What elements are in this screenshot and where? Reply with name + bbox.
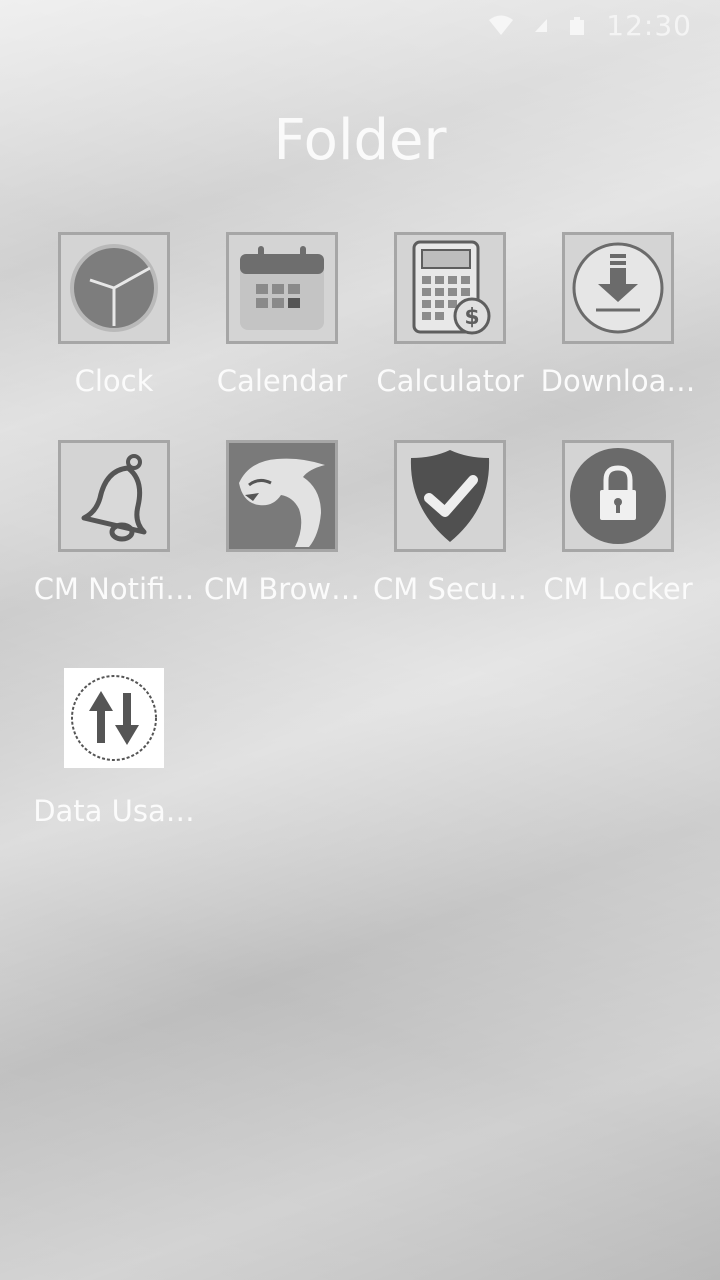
app-label: Calendar	[216, 364, 348, 398]
calculator-icon: $	[394, 232, 506, 344]
calendar-icon	[226, 232, 338, 344]
signal-icon	[534, 17, 548, 33]
padlock-icon	[562, 440, 674, 552]
app-label: CM Notifi…	[33, 572, 195, 606]
download-icon	[562, 232, 674, 344]
bell-icon	[58, 440, 170, 552]
app-label: Downloa…	[540, 364, 696, 398]
app-clock[interactable]: Clock	[30, 232, 198, 398]
app-label: CM Locker	[543, 572, 693, 606]
app-cm-browser[interactable]: CM Brow…	[198, 440, 366, 606]
data-arrows-icon	[64, 668, 164, 768]
app-label: CM Secu…	[372, 572, 528, 606]
app-calendar[interactable]: Calendar	[198, 232, 366, 398]
app-calculator[interactable]: $ Calculator	[366, 232, 534, 398]
wifi-icon	[488, 14, 514, 36]
app-label: Clock	[74, 364, 154, 398]
app-grid: Clock Calendar $ Calculator Downloa… CM …	[30, 232, 702, 828]
status-bar: 12:30	[0, 0, 720, 50]
clock-icon	[58, 232, 170, 344]
battery-icon	[568, 14, 586, 36]
app-cm-notify[interactable]: CM Notifi…	[30, 440, 198, 606]
app-label: CM Brow…	[203, 572, 361, 606]
app-data-usage[interactable]: Data Usa…	[30, 668, 198, 828]
app-cm-locker[interactable]: CM Locker	[534, 440, 702, 606]
status-time: 12:30	[606, 8, 692, 42]
shield-check-icon	[394, 440, 506, 552]
app-cm-security[interactable]: CM Secu…	[366, 440, 534, 606]
svg-text:$: $	[464, 305, 479, 330]
cheetah-icon	[226, 440, 338, 552]
app-label: Data Usa…	[33, 794, 195, 828]
app-label: Calculator	[376, 364, 524, 398]
app-downloads[interactable]: Downloa…	[534, 232, 702, 398]
folder-title[interactable]: Folder	[0, 108, 720, 173]
